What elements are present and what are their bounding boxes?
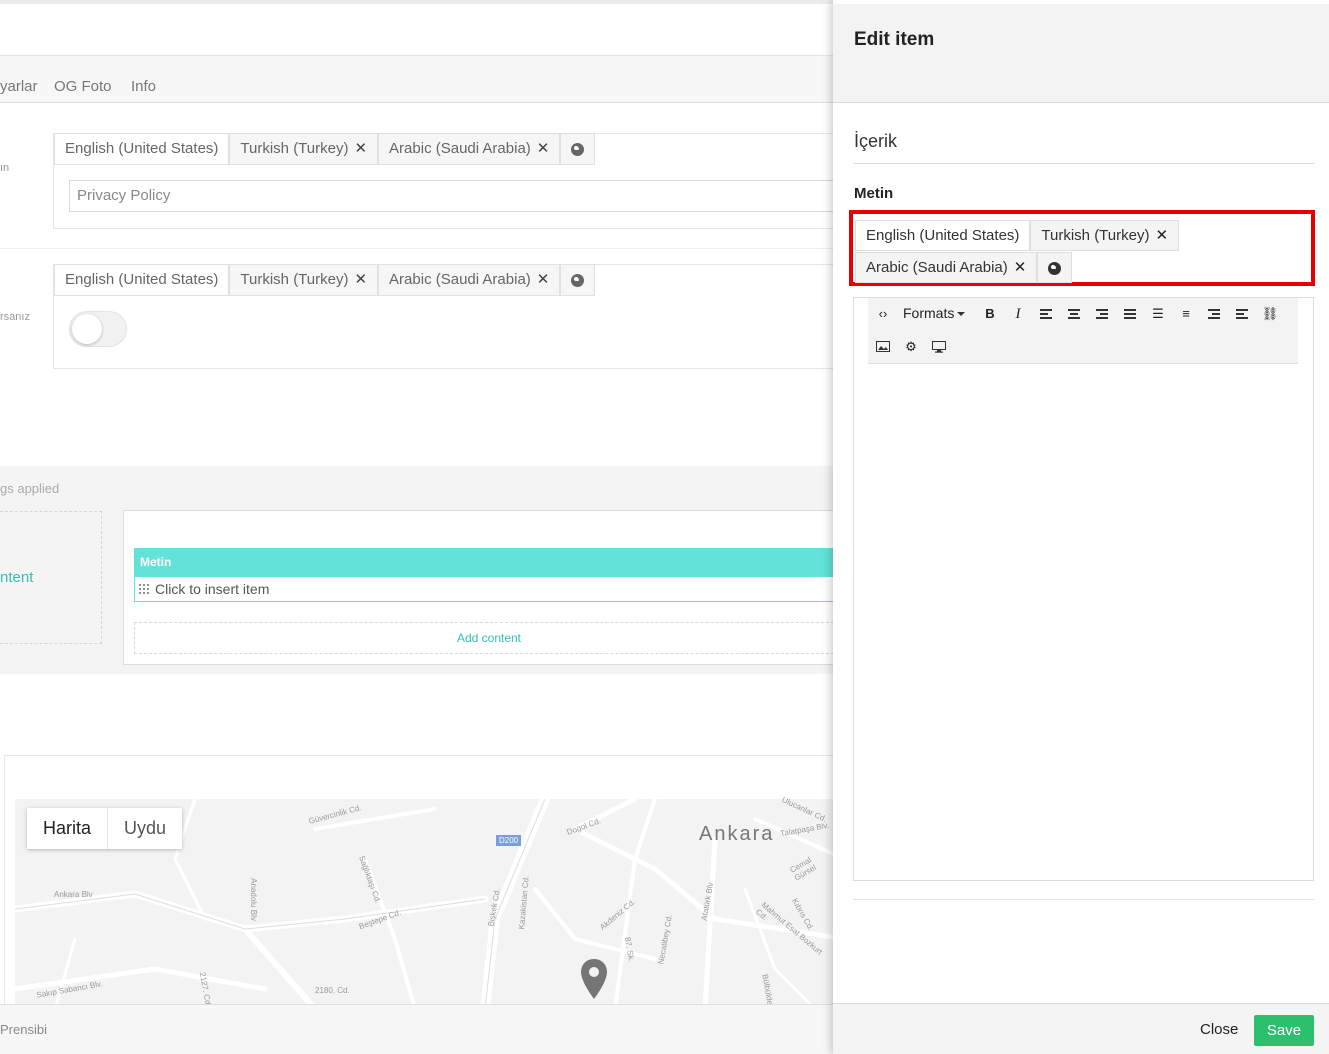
lang-tab-label: Turkish (Turkey) bbox=[240, 140, 349, 157]
align-center-icon[interactable] bbox=[1063, 303, 1085, 325]
bold-icon[interactable]: B bbox=[979, 303, 1001, 325]
close-icon[interactable]: ✕ bbox=[537, 271, 550, 288]
close-icon[interactable]: ✕ bbox=[537, 140, 550, 157]
divider bbox=[0, 248, 833, 249]
formats-dropdown[interactable]: Formats bbox=[903, 305, 966, 321]
lang-tab-arabic[interactable]: Arabic (Saudi Arabia) ✕ bbox=[378, 264, 561, 296]
section-title: İçerik bbox=[854, 131, 898, 151]
tab-info[interactable]: Info bbox=[131, 78, 156, 95]
language-tabs-row-2: Arabic (Saudi Arabia) ✕ bbox=[855, 252, 1073, 283]
lang-tab-label: Turkish (Turkey) bbox=[1041, 227, 1150, 244]
lang-tab-label: Arabic (Saudi Arabia) bbox=[389, 271, 531, 288]
language-tabs: English (United States) Turkish (Turkey)… bbox=[54, 133, 596, 165]
map-type-satellite-button[interactable]: Uydu bbox=[107, 808, 182, 849]
toggle-switch[interactable] bbox=[69, 311, 127, 347]
insert-item-label: Click to insert item bbox=[155, 581, 270, 597]
globe-icon bbox=[571, 142, 585, 156]
add-language-button[interactable] bbox=[560, 264, 596, 296]
close-icon[interactable]: ✕ bbox=[1014, 259, 1027, 276]
lang-tab-english[interactable]: English (United States) bbox=[54, 264, 230, 296]
italic-icon[interactable]: I bbox=[1007, 303, 1029, 325]
title-input[interactable]: Privacy Policy bbox=[69, 180, 833, 212]
lang-tab-label: English (United States) bbox=[866, 227, 1020, 244]
road-badge: D200 bbox=[496, 835, 522, 846]
toggle-knob bbox=[72, 314, 102, 344]
globe-icon bbox=[571, 273, 585, 287]
map-type-control: Harita Uydu bbox=[27, 808, 183, 849]
lang-tab-turkish[interactable]: Turkish (Turkey) ✕ bbox=[229, 264, 379, 296]
indent-icon[interactable] bbox=[1231, 303, 1253, 325]
property-label: ın bbox=[0, 162, 10, 174]
footer-bar bbox=[0, 1004, 833, 1054]
grid-cell-header[interactable]: Metin bbox=[134, 548, 833, 577]
lang-tab-turkish[interactable]: Turkish (Turkey) ✕ bbox=[229, 133, 379, 165]
add-language-button[interactable] bbox=[1037, 252, 1073, 283]
monitor-icon bbox=[932, 341, 946, 353]
header-bar bbox=[0, 4, 833, 56]
outdent-icon[interactable] bbox=[1203, 303, 1225, 325]
divider bbox=[854, 163, 1314, 164]
background-page: yarlar OG Foto Info ın rsanız English (U… bbox=[0, 0, 833, 1054]
add-content-link[interactable]: ntent bbox=[0, 569, 33, 586]
save-button[interactable]: Save bbox=[1254, 1015, 1314, 1046]
align-right-icon[interactable] bbox=[1091, 303, 1113, 325]
chevron-down-icon bbox=[957, 312, 966, 317]
image-icon[interactable] bbox=[872, 336, 894, 358]
grid-icon bbox=[138, 583, 150, 594]
breadcrumb: Prensibi bbox=[0, 1022, 47, 1037]
lang-tab-arabic[interactable]: Arabic (Saudi Arabia) ✕ bbox=[378, 133, 561, 165]
globe-icon bbox=[1048, 261, 1062, 275]
close-icon[interactable]: ✕ bbox=[1155, 227, 1168, 244]
add-content-button[interactable]: Add content bbox=[134, 622, 833, 654]
lang-tab-english[interactable]: English (United States) bbox=[855, 220, 1031, 251]
map-street-label: Ankara Blv bbox=[54, 890, 93, 899]
tab-settings[interactable]: yarlar bbox=[0, 78, 38, 95]
align-justify-icon[interactable] bbox=[1119, 303, 1141, 325]
divider bbox=[853, 899, 1314, 900]
align-left-icon[interactable] bbox=[1035, 303, 1057, 325]
drawer-title: Edit item bbox=[854, 29, 935, 50]
embed-icon[interactable] bbox=[928, 336, 950, 358]
language-tabs-row-1: English (United States) Turkish (Turkey)… bbox=[855, 220, 1180, 251]
lang-tab-label: Turkish (Turkey) bbox=[240, 271, 349, 288]
applied-settings-text: gs applied bbox=[0, 481, 60, 496]
close-button[interactable]: Close bbox=[1200, 1021, 1238, 1038]
field-label: Metin bbox=[854, 185, 894, 202]
close-icon[interactable]: ✕ bbox=[354, 271, 367, 288]
source-code-icon[interactable]: ‹› bbox=[872, 303, 894, 325]
tab-bar bbox=[0, 56, 833, 103]
insert-item-row[interactable]: Click to insert item bbox=[134, 577, 833, 602]
lang-tab-turkish[interactable]: Turkish (Turkey) ✕ bbox=[1030, 220, 1180, 251]
map-pin-icon[interactable] bbox=[580, 958, 608, 1000]
drawer-header bbox=[833, 4, 1329, 103]
edit-item-drawer: Edit item İçerik Metin English (United S… bbox=[833, 0, 1329, 1054]
property-label: rsanız bbox=[0, 311, 30, 323]
link-icon[interactable]: ⛓ bbox=[1259, 303, 1281, 325]
rich-text-editor[interactable] bbox=[853, 297, 1314, 881]
tab-og-photo[interactable]: OG Foto bbox=[54, 78, 112, 95]
lang-tab-arabic[interactable]: Arabic (Saudi Arabia) ✕ bbox=[855, 252, 1038, 283]
lang-tab-label: Arabic (Saudi Arabia) bbox=[389, 140, 531, 157]
image-icon-graphic bbox=[876, 341, 890, 352]
map-city-label: Ankara bbox=[699, 823, 775, 845]
lang-tab-label: English (United States) bbox=[65, 271, 219, 288]
macro-icon[interactable]: ⚙ bbox=[900, 336, 922, 358]
language-tabs: English (United States) Turkish (Turkey)… bbox=[54, 264, 596, 296]
lang-tab-english[interactable]: English (United States) bbox=[54, 133, 230, 165]
lang-tab-label: Arabic (Saudi Arabia) bbox=[866, 259, 1008, 276]
add-language-button[interactable] bbox=[560, 133, 596, 165]
map-street-label: 2180. Cd. bbox=[315, 986, 350, 995]
numbered-list-icon[interactable]: ≡ bbox=[1175, 303, 1197, 325]
formats-label: Formats bbox=[903, 305, 955, 321]
map-street-label: Anadolu Blv bbox=[248, 878, 258, 921]
close-icon[interactable]: ✕ bbox=[354, 140, 367, 157]
bullet-list-icon[interactable]: ☰ bbox=[1147, 303, 1169, 325]
map-type-map-button[interactable]: Harita bbox=[27, 808, 107, 849]
lang-tab-label: English (United States) bbox=[65, 140, 219, 157]
